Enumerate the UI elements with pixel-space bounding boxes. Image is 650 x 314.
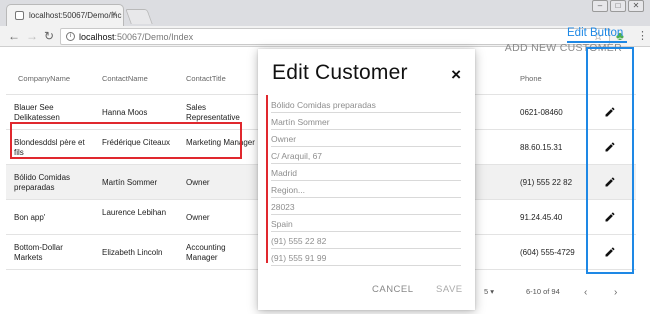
reload-icon[interactable]: ↻	[44, 29, 54, 43]
browser-tab-bar: localhost:50067/Demo/Inc × – □ ✕	[0, 0, 650, 26]
browser-menu-icon[interactable]: ⋮	[637, 29, 648, 42]
cell-title: Sales Representative	[186, 103, 240, 122]
cell-phone: 0621-08460	[520, 108, 563, 117]
save-button[interactable]: SAVE	[436, 284, 463, 295]
edit-column-highlight	[586, 47, 634, 274]
page-favicon-icon	[15, 11, 24, 20]
next-page-icon[interactable]: ›	[614, 287, 617, 298]
page-size-select[interactable]: 5 ▾	[484, 287, 494, 296]
minimize-icon[interactable]: –	[592, 0, 608, 12]
validation-accent-bar	[266, 95, 268, 263]
cell-phone: (91) 555 22 82	[520, 178, 573, 187]
contact-name-field[interactable]: Martín Sommer	[271, 113, 461, 130]
cell-contact: Martín Sommer	[102, 178, 158, 187]
browser-tab[interactable]: localhost:50067/Demo/Inc ×	[6, 4, 124, 26]
window-close-icon[interactable]: ✕	[628, 0, 644, 12]
header-phone[interactable]: Phone	[520, 74, 542, 83]
address-field[interactable]: C/ Araquil, 67	[271, 147, 461, 164]
contact-title-field[interactable]: Owner	[271, 130, 461, 147]
site-info-icon[interactable]: i	[66, 32, 75, 41]
header-company-name[interactable]: CompanyName	[18, 74, 70, 83]
close-icon[interactable]: ×	[451, 65, 461, 85]
cell-phone: (604) 555-4729	[520, 248, 575, 257]
cell-company: Blauer See Delikatessen	[14, 103, 60, 122]
cell-title: Owner	[186, 178, 210, 187]
prev-page-icon[interactable]: ‹	[584, 287, 587, 298]
url-path: :50067/Demo/Index	[114, 32, 194, 42]
window-controls: – □ ✕	[592, 0, 644, 14]
new-tab-button[interactable]	[125, 9, 153, 24]
cell-company: Bottom-Dollar Markets	[14, 243, 63, 262]
country-field[interactable]: Spain	[271, 215, 461, 232]
city-field[interactable]: Madrid	[271, 164, 461, 181]
postal-code-field[interactable]: 28023	[271, 198, 461, 215]
pager-range: 6-10 of 94	[526, 287, 560, 296]
edit-button-annotation: Edit Button	[567, 27, 624, 39]
edit-customer-dialog: Edit Customer × Bólido Comidas preparada…	[258, 49, 475, 310]
url-host: localhost	[79, 32, 115, 42]
cell-company: Bólido Comidas preparadas	[14, 173, 71, 192]
fax-field[interactable]: (91) 555 91 99	[271, 249, 461, 266]
cell-contact: Laurence Lebihan	[102, 208, 167, 217]
cell-company: Bon app'	[14, 213, 46, 222]
tab-title: localhost:50067/Demo/Inc	[29, 11, 122, 20]
cell-contact: Elizabeth Lincoln	[102, 248, 163, 257]
cell-phone: 88.60.15.31	[520, 143, 563, 152]
header-contact-name[interactable]: ContactName	[102, 74, 148, 83]
phone-field[interactable]: (91) 555 22 82	[271, 232, 461, 249]
maximize-icon[interactable]: □	[610, 0, 626, 12]
cell-phone: 91.24.45.40	[520, 213, 563, 222]
tab-close-icon[interactable]: ×	[111, 9, 117, 20]
page-size-value: 5	[484, 287, 489, 296]
header-contact-title[interactable]: ContactTitle	[186, 74, 226, 83]
selected-row-highlight	[10, 122, 242, 159]
company-name-field[interactable]: Bólido Comidas preparadas	[271, 96, 461, 113]
annotation-underline	[567, 41, 627, 43]
cell-contact: Hanna Moos	[102, 108, 148, 117]
back-arrow-icon[interactable]: ←	[8, 29, 20, 43]
forward-arrow-icon[interactable]: →	[26, 29, 38, 43]
region-field[interactable]: Region...	[271, 181, 461, 198]
cancel-button[interactable]: CANCEL	[372, 284, 414, 295]
dialog-title: Edit Customer	[272, 61, 408, 84]
cell-title: Accounting Manager	[186, 243, 226, 262]
cell-title: Owner	[186, 213, 210, 222]
